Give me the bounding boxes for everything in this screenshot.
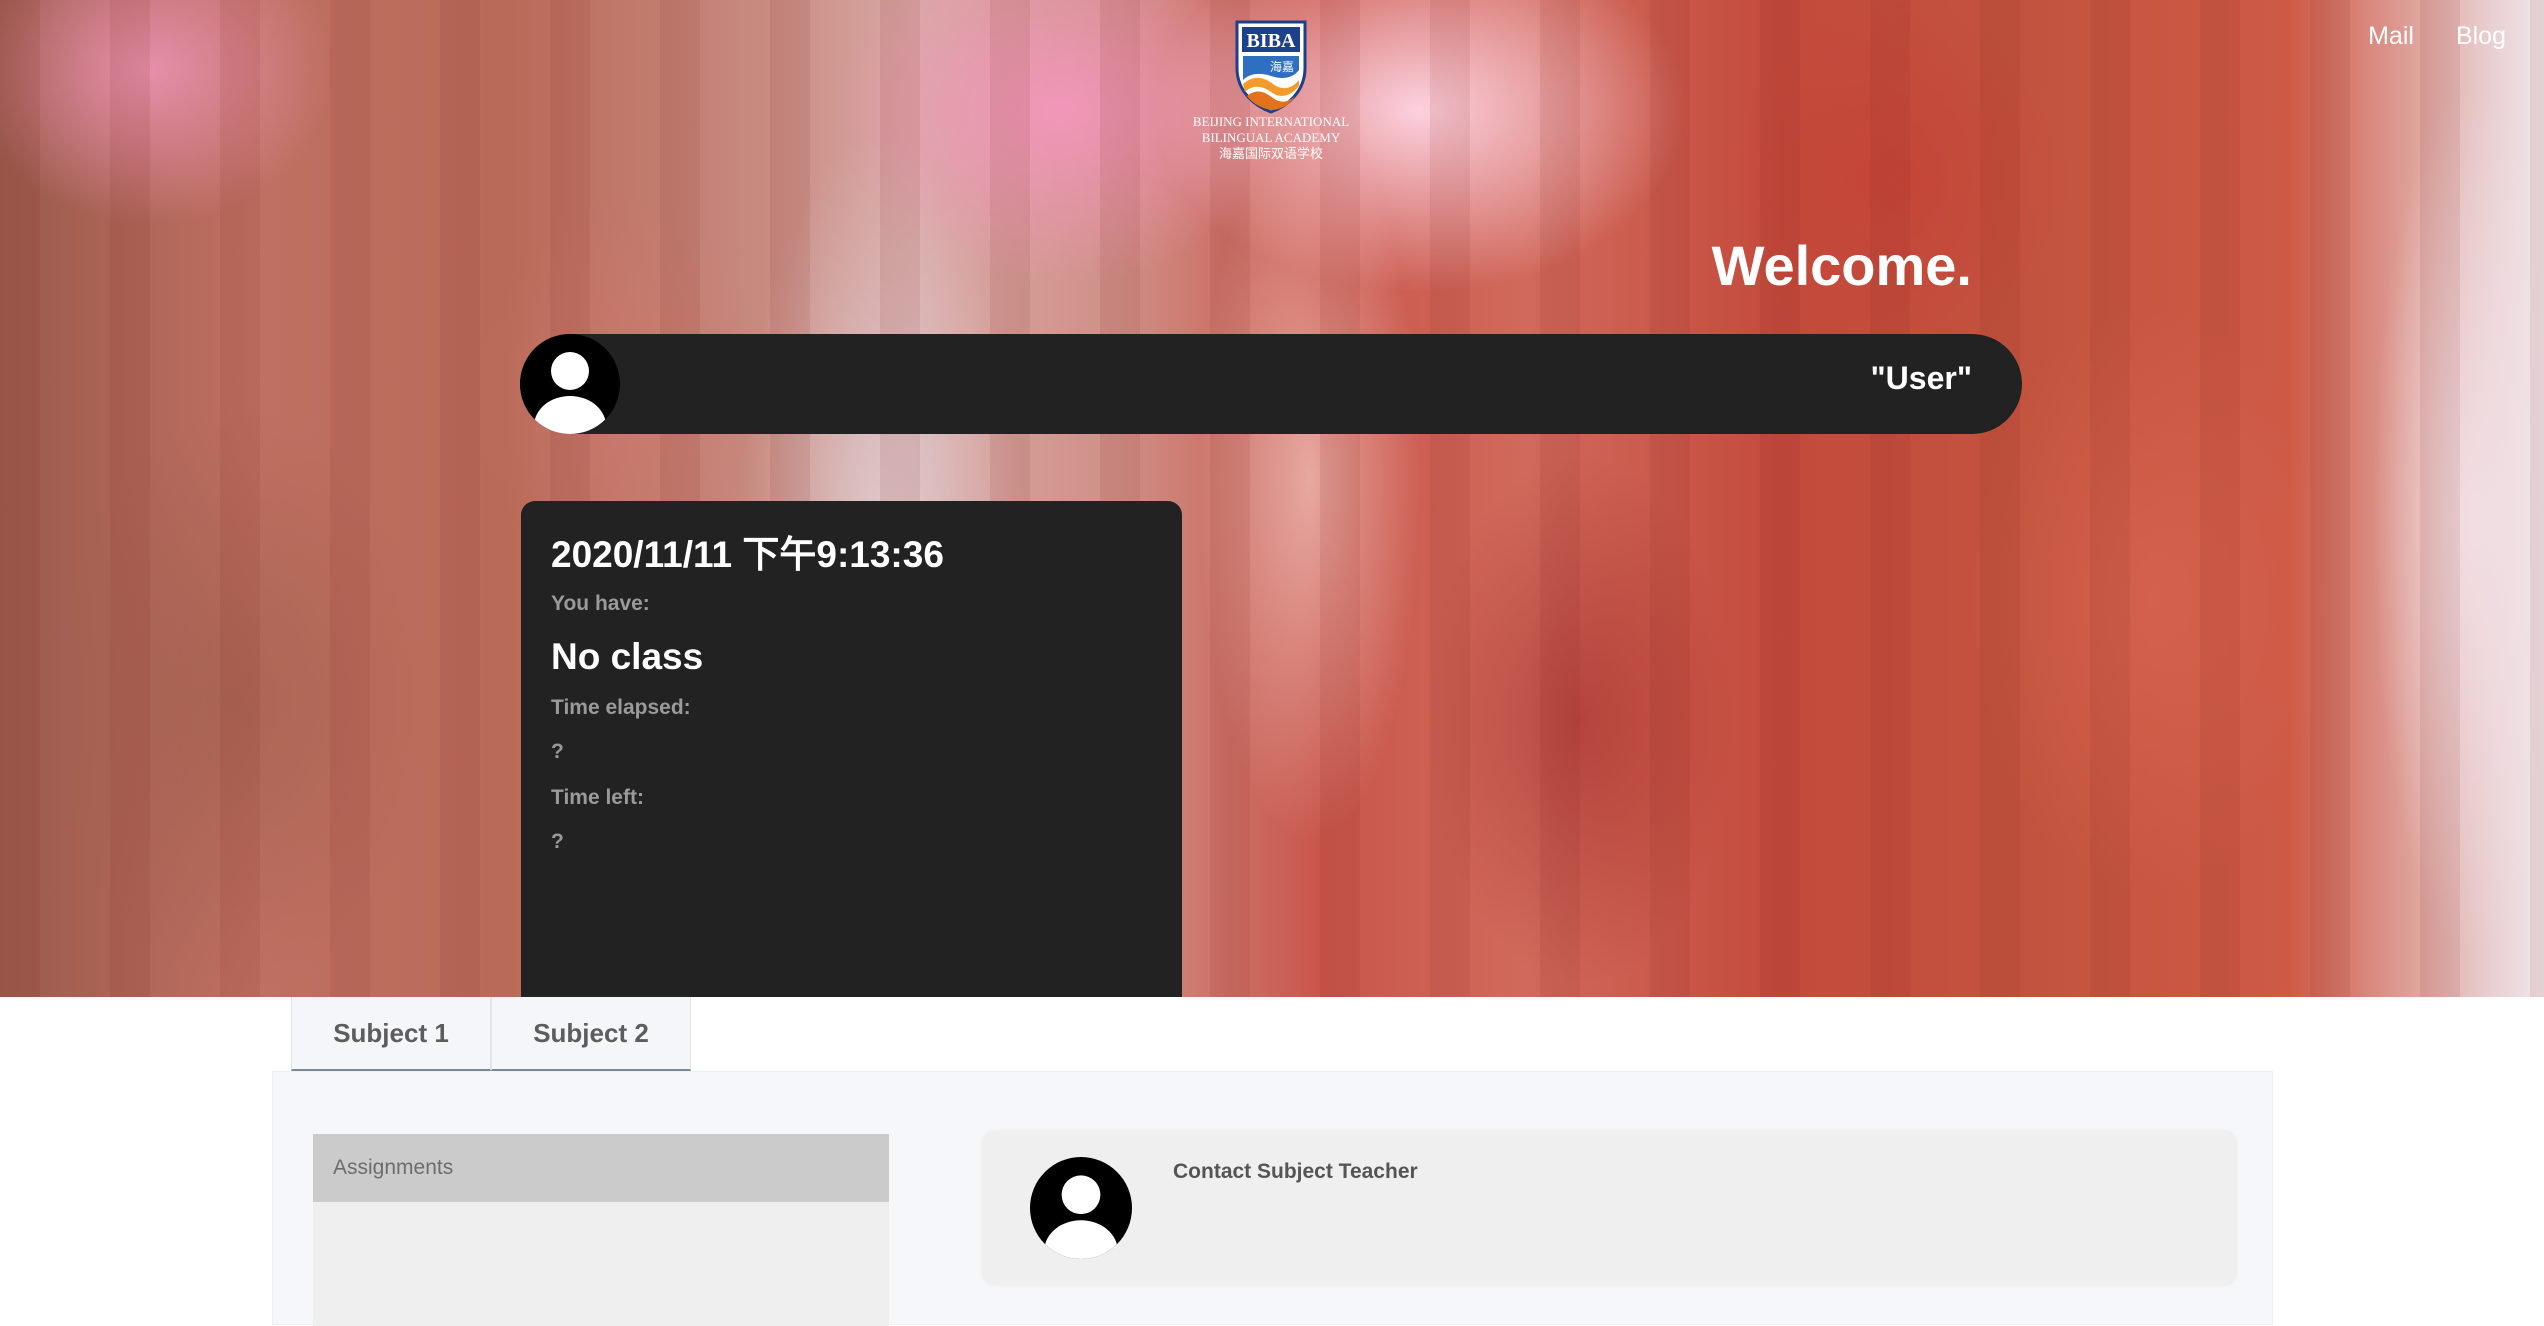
contact-teacher-title: Contact Subject Teacher [1173,1160,1418,1183]
blog-link[interactable]: Blog [2456,18,2506,54]
subject-panel: Assignments Contact Subject Teacher [272,1071,2273,1326]
user-bar: "User" [520,334,2022,434]
time-elapsed-label: Time elapsed: [551,696,691,719]
user-avatar-icon[interactable] [520,334,620,434]
assignments-box: Assignments [313,1134,889,1326]
shield-logo-icon: BIBA 海嘉 [1235,20,1307,114]
mail-link[interactable]: Mail [2368,18,2414,54]
logo-mark: BIBA [1247,30,1296,52]
user-name: "User" [1870,360,1973,396]
top-nav: Mail Blog [2368,18,2506,54]
time-left-value: ? [551,830,564,853]
logo-line-2: BILINGUAL ACADEMY [1201,130,1341,145]
contact-teacher-card[interactable]: Contact Subject Teacher [983,1131,2236,1285]
logo-line-1: BEIJING INTERNATIONAL [1192,114,1350,129]
logo-mark-cn: 海嘉 [1270,59,1294,74]
tab-subject-2[interactable]: Subject 2 [491,997,691,1071]
school-logo[interactable]: BIBA 海嘉 BEIJING INTERNATIONAL BILINGUAL … [1192,18,1350,174]
time-left-label: Time left: [551,786,644,809]
current-class: No class [551,636,704,677]
current-datetime: 2020/11/11 下午9:13:36 [551,534,944,575]
you-have-label: You have: [551,592,650,615]
welcome-heading: Welcome. [1711,234,1972,297]
tab-subject-1[interactable]: Subject 1 [291,997,491,1071]
logo-line-3: 海嘉国际双语学校 [1218,146,1323,161]
teacher-avatar-icon [1030,1157,1132,1259]
schedule-card: 2020/11/11 下午9:13:36 You have: No class … [521,501,1182,997]
assignments-header[interactable]: Assignments [313,1134,889,1202]
subject-tabs: Subject 1 Subject 2 [291,997,691,1071]
time-elapsed-value: ? [551,740,564,763]
